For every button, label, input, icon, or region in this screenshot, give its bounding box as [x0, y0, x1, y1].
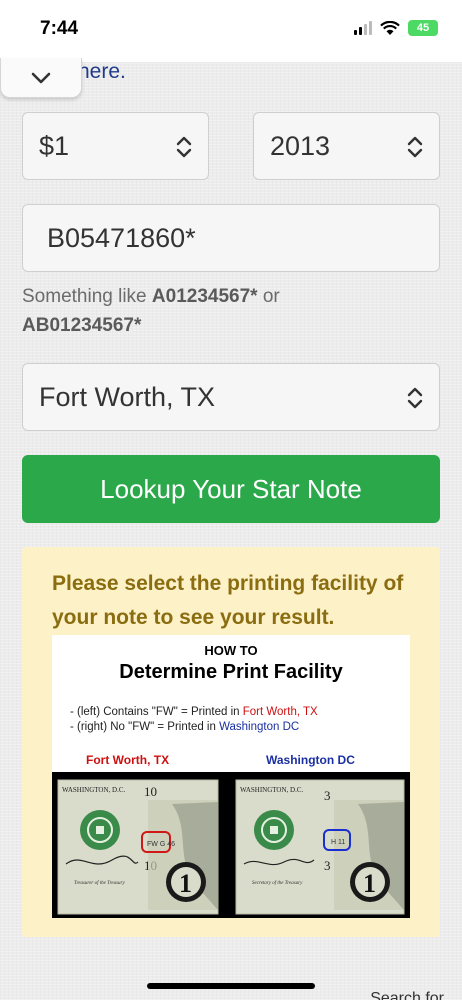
facility-select[interactable]: Fort Worth, TX: [22, 363, 440, 431]
denomination-select[interactable]: $1: [22, 112, 209, 180]
cellular-signal-icon: [354, 21, 372, 35]
status-time: 7:44: [40, 18, 79, 39]
label-fort-worth: Fort Worth, TX: [86, 753, 170, 767]
bill-left-city: WASHINGTON, D.C.: [62, 786, 126, 794]
hint-example-1: A01234567*: [151, 286, 258, 307]
bill-left-caption: Treasurer of the Treasury: [74, 881, 125, 886]
bill-left-number: 10: [144, 784, 157, 799]
battery-level: 45: [416, 22, 430, 34]
result-message: Please select the printing facility of y…: [52, 572, 404, 629]
result-panel: Please select the printing facility of y…: [22, 547, 440, 937]
status-icons: 45: [354, 20, 438, 36]
serial-hint: Something like A01234567* or AB01234567*: [22, 282, 442, 340]
hint-example-2: AB01234567*: [22, 315, 142, 336]
infographic-title: Determine Print Facility: [119, 661, 343, 683]
up-down-chevron-icon: [176, 136, 192, 158]
bill-right: WASHINGTON, D.C. 3 3 H 11 Secretary of t…: [235, 779, 405, 915]
home-indicator[interactable]: [147, 983, 315, 989]
bill-left-digit: 1: [179, 869, 192, 898]
line1-prefix: - (left) Contains "FW" = Printed in: [70, 706, 243, 718]
search-peek-text[interactable]: Search for: [370, 990, 444, 1000]
facility-value: Fort Worth, TX: [39, 381, 216, 412]
bill-right-city: WASHINGTON, D.C.: [240, 786, 304, 794]
wifi-icon: [380, 20, 400, 35]
battery-icon: 45: [408, 20, 438, 36]
infographic-how-to: HOW TO: [204, 643, 258, 658]
up-down-chevron-icon: [407, 136, 423, 158]
bill-right-digit: 1: [363, 869, 376, 898]
hint-or: or: [257, 286, 280, 307]
bill-left: WASHINGTON, D.C. 10 10 FW G 46 Treasurer…: [57, 779, 219, 915]
bill-right-caption: Secretary of the Treasury: [252, 881, 303, 886]
denomination-value: $1: [39, 130, 70, 161]
infographic-explanation: - (left) Contains "FW" = Printed in Fort…: [70, 705, 318, 735]
bill-right-number-2: 3: [324, 858, 331, 873]
bill-left-mark: FW G 46: [147, 841, 175, 848]
label-washington-dc: Washington DC: [266, 753, 355, 767]
bill-comparison-graphic: WASHINGTON, D.C. 10 10 FW G 46 Treasurer…: [57, 779, 405, 915]
line2-prefix: - (right) No "FW" = Printed in: [70, 721, 220, 733]
serial-number-input[interactable]: [22, 204, 440, 272]
up-down-chevron-icon: [407, 387, 423, 409]
collapse-tab[interactable]: [0, 58, 82, 98]
print-facility-infographic: HOW TO Determine Print Facility - (left)…: [52, 635, 410, 918]
line2-place: Washington DC: [219, 721, 300, 733]
series-value: 2013: [270, 130, 331, 161]
bill-right-mark: H 11: [331, 839, 345, 846]
lookup-button[interactable]: Lookup Your Star Note: [22, 455, 440, 523]
bill-comparison-image: WASHINGTON, D.C. 10 10 FW G 46 Treasurer…: [52, 772, 410, 918]
status-bar: 7:44 45: [0, 0, 462, 62]
bill-right-number: 3: [324, 788, 331, 803]
here-link[interactable]: here.: [78, 60, 126, 84]
hint-prefix: Something like: [22, 286, 152, 307]
chevron-down-icon: [31, 72, 51, 83]
line1-place: Fort Worth, TX: [242, 706, 318, 718]
series-select[interactable]: 2013: [253, 112, 440, 180]
